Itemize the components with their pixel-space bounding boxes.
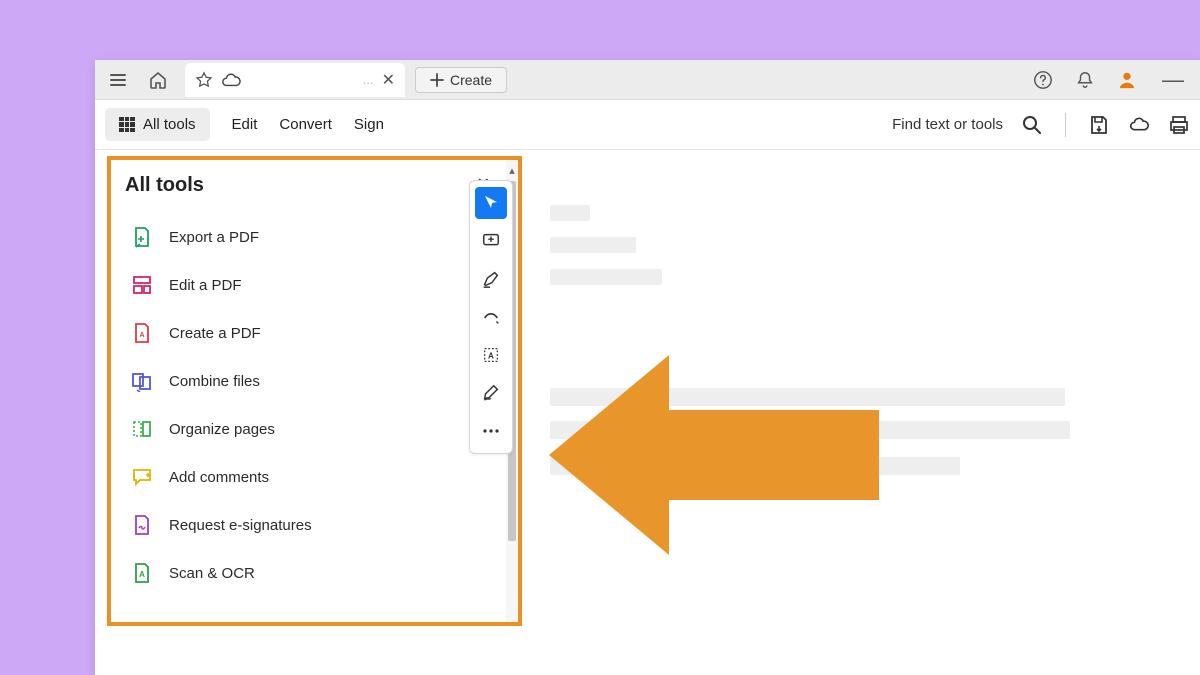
tool-combine-files[interactable]: Combine files <box>125 359 486 403</box>
search-icon[interactable] <box>1021 114 1043 136</box>
cloud-save-icon[interactable] <box>1128 114 1150 136</box>
text-placeholder <box>550 205 590 221</box>
export-pdf-icon <box>131 226 153 248</box>
draw-tool[interactable] <box>475 301 507 333</box>
hamburger-menu-button[interactable] <box>101 63 135 97</box>
tool-request-signatures[interactable]: Request e-signatures <box>125 503 486 547</box>
tool-edit-pdf[interactable]: Edit a PDF <box>125 263 486 307</box>
plus-icon <box>430 73 444 87</box>
menu-sign[interactable]: Sign <box>354 116 384 133</box>
tab-title-suffix: ... <box>249 72 374 87</box>
home-button[interactable] <box>141 63 175 97</box>
create-button[interactable]: Create <box>415 67 507 93</box>
menu-convert[interactable]: Convert <box>279 116 332 133</box>
titlebar: ... ✕ Create — <box>95 60 1200 100</box>
toolbar: All tools Edit Convert Sign Find text or… <box>95 100 1200 150</box>
svg-text:A: A <box>488 352 494 361</box>
edit-pdf-icon <box>131 274 153 296</box>
tool-label: Add comments <box>169 469 269 486</box>
menu-edit[interactable]: Edit <box>232 116 258 133</box>
all-tools-label: All tools <box>143 116 196 133</box>
panel-title: All tools <box>125 174 496 197</box>
text-placeholder <box>550 237 636 253</box>
tool-label: Combine files <box>169 373 260 390</box>
tool-label: Organize pages <box>169 421 275 438</box>
create-pdf-icon: A <box>131 322 153 344</box>
quick-toolbar: A <box>469 180 513 454</box>
app-window: ... ✕ Create — All to <box>95 60 1200 675</box>
scan-ocr-icon: A <box>131 562 153 584</box>
close-tab-button[interactable]: ✕ <box>382 70 395 90</box>
svg-text:A: A <box>139 332 144 339</box>
comment-tool[interactable] <box>475 225 507 257</box>
profile-button[interactable] <box>1110 63 1144 97</box>
minimize-button[interactable]: — <box>1152 67 1194 93</box>
star-icon[interactable] <box>195 71 213 89</box>
sign-tool[interactable] <box>475 377 507 409</box>
tool-label: Scan & OCR <box>169 565 255 582</box>
annotation-arrow <box>549 355 889 555</box>
tool-label: Create a PDF <box>169 325 261 342</box>
tool-label: Request e-signatures <box>169 517 312 534</box>
print-icon[interactable] <box>1168 114 1190 136</box>
tool-label: Export a PDF <box>169 229 259 246</box>
more-tools[interactable] <box>475 415 507 447</box>
highlight-tool[interactable] <box>475 263 507 295</box>
request-sign-icon <box>131 514 153 536</box>
cloud-icon <box>221 72 241 88</box>
combine-files-icon <box>131 370 153 392</box>
all-tools-button[interactable]: All tools <box>105 108 210 141</box>
tool-create-pdf[interactable]: A Create a PDF <box>125 311 486 355</box>
all-tools-panel: All tools ✕ Export a PDF Edit a PDF <box>107 156 522 626</box>
tool-add-comments[interactable]: Add comments <box>125 455 486 499</box>
tool-scan-ocr[interactable]: A Scan & OCR <box>125 551 486 595</box>
tool-export-pdf[interactable]: Export a PDF <box>125 215 486 259</box>
create-label: Create <box>450 72 492 88</box>
save-icon[interactable] <box>1088 114 1110 136</box>
organize-pages-icon <box>131 418 153 440</box>
tool-list: Export a PDF Edit a PDF A Create a PDF <box>125 215 496 613</box>
document-tab[interactable]: ... ✕ <box>185 63 405 97</box>
scroll-up-icon[interactable]: ▴ <box>509 160 515 181</box>
find-text-label[interactable]: Find text or tools <box>892 116 1003 133</box>
tool-organize-pages[interactable]: Organize pages <box>125 407 486 451</box>
help-button[interactable] <box>1026 63 1060 97</box>
content-area: All tools ✕ Export a PDF Edit a PDF <box>95 150 1200 675</box>
select-tool[interactable] <box>475 187 507 219</box>
svg-text:A: A <box>139 570 145 579</box>
text-select-tool[interactable]: A <box>475 339 507 371</box>
notifications-button[interactable] <box>1068 63 1102 97</box>
add-comments-icon <box>131 466 153 488</box>
grid-icon <box>119 117 135 133</box>
text-placeholder <box>550 269 662 285</box>
toolbar-divider <box>1065 113 1066 137</box>
tool-label: Edit a PDF <box>169 277 242 294</box>
